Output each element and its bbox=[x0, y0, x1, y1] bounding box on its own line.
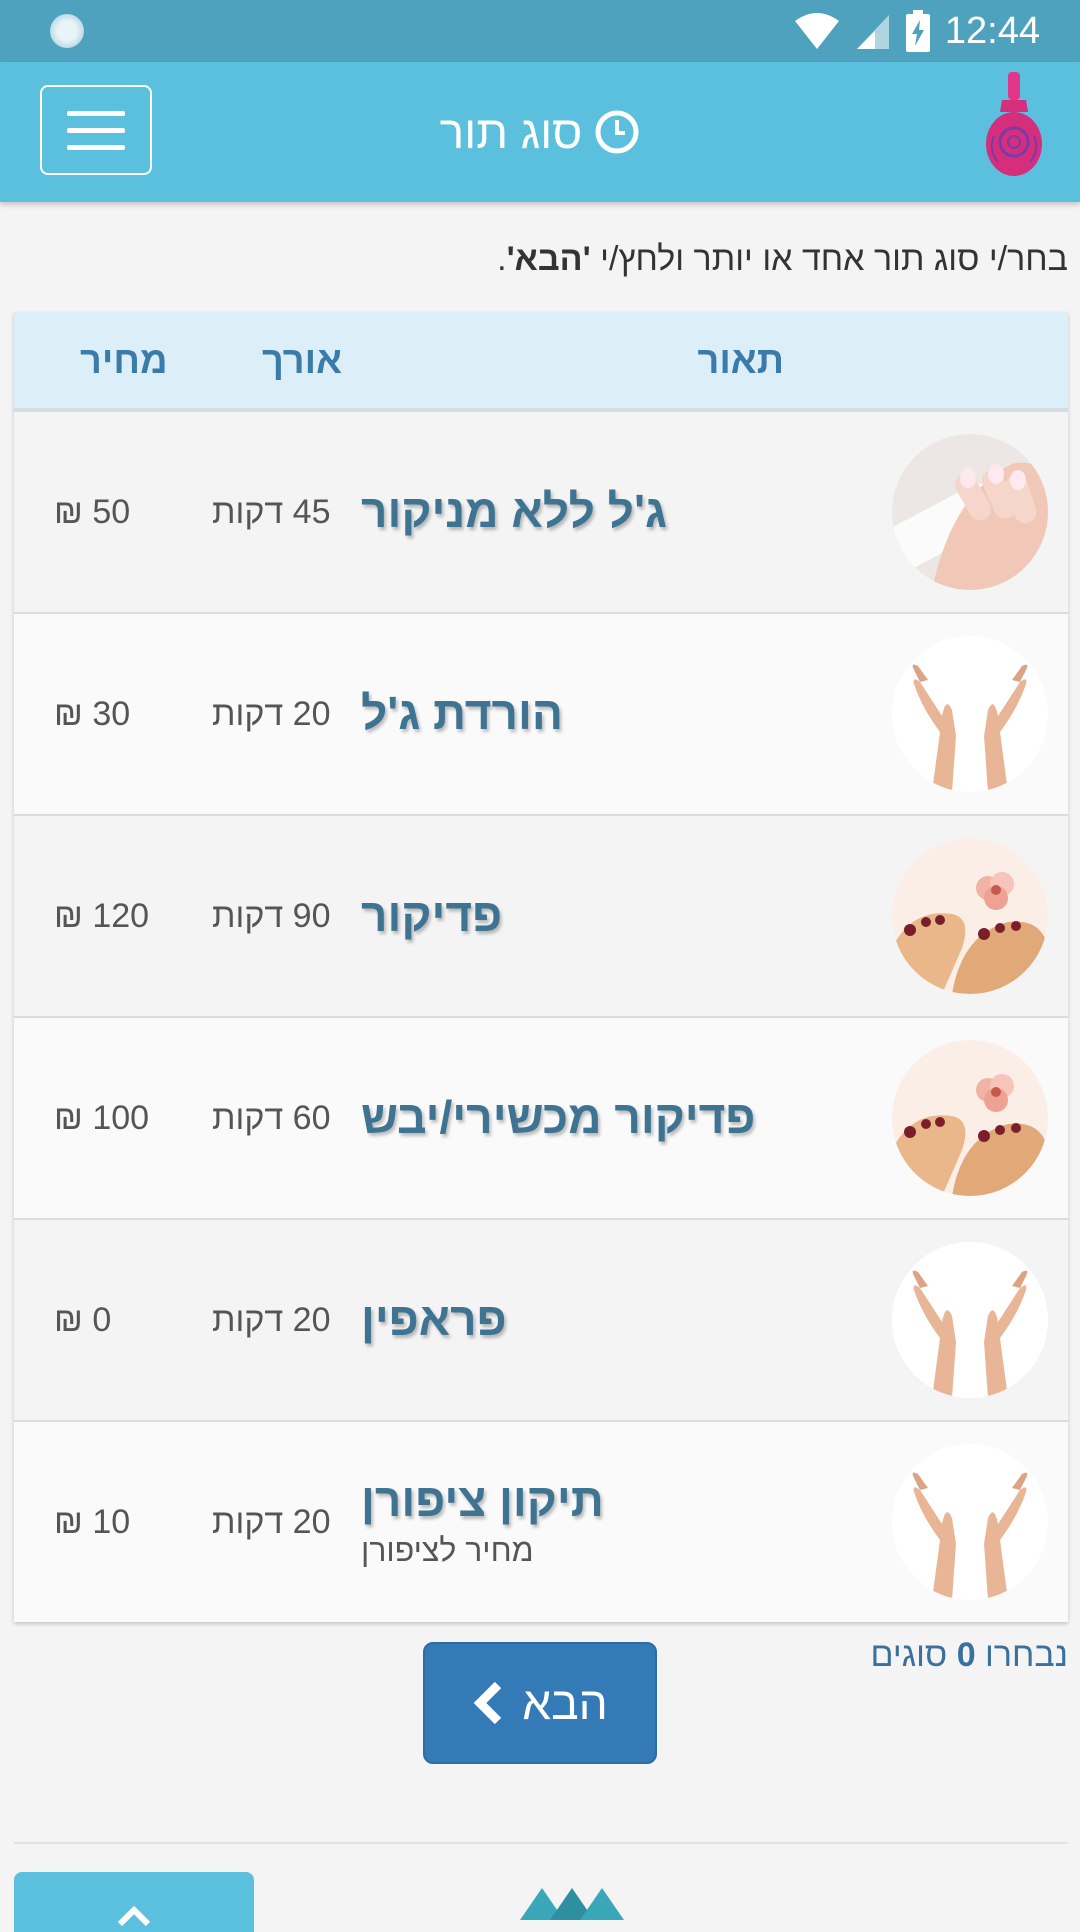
service-price: 10 ₪ bbox=[54, 1502, 131, 1541]
clock-icon bbox=[595, 110, 639, 154]
service-name: הורדת ג'ל bbox=[361, 687, 563, 740]
hands-image bbox=[892, 1444, 1048, 1600]
service-length: 20 דקות bbox=[212, 1502, 331, 1541]
manicure-image bbox=[892, 434, 1048, 590]
table-row[interactable]: תיקון ציפורן מחיר לציפורן 20 דקות 10 ₪ bbox=[14, 1422, 1068, 1622]
table-row[interactable]: פדיקור מכשירי/יבש 60 דקות 100 ₪ bbox=[14, 1018, 1068, 1220]
service-name: ג'ל ללא מניקור bbox=[361, 485, 667, 538]
service-description: ג'ל ללא מניקור bbox=[361, 412, 781, 612]
table-row[interactable]: פדיקור 90 דקות 120 ₪ bbox=[14, 816, 1068, 1018]
service-length: 20 דקות bbox=[212, 694, 331, 733]
service-price: 0 ₪ bbox=[54, 1300, 112, 1339]
service-price: 120 ₪ bbox=[54, 896, 150, 935]
service-description: הורדת ג'ל bbox=[361, 614, 781, 814]
table-row[interactable]: פראפין 20 דקות 0 ₪ bbox=[14, 1220, 1068, 1422]
page-title: סוג תור bbox=[439, 106, 583, 158]
column-header-description: תאור bbox=[697, 340, 784, 382]
instruction-main: בחר/י סוג תור אחד או יותר ולחץ/י bbox=[590, 240, 1068, 278]
instruction-emphasis: 'הבא' bbox=[506, 240, 591, 278]
service-price: 50 ₪ bbox=[54, 492, 131, 531]
wifi-icon bbox=[794, 13, 839, 49]
next-button-label: הבא bbox=[522, 1677, 608, 1729]
app-bar: סוג תור bbox=[0, 62, 1080, 202]
battery-charging-icon bbox=[905, 10, 930, 52]
scroll-top-button[interactable] bbox=[14, 1872, 254, 1932]
service-length: 45 דקות bbox=[212, 492, 331, 531]
service-name: פדיקור bbox=[361, 889, 503, 942]
instruction-end: . bbox=[497, 240, 507, 278]
service-name: תיקון ציפורן bbox=[361, 1473, 604, 1526]
next-button[interactable]: הבא bbox=[423, 1642, 657, 1764]
service-length: 20 דקות bbox=[212, 1300, 331, 1339]
selected-count-value: 0 bbox=[956, 1636, 976, 1674]
pedicure-image bbox=[892, 838, 1048, 994]
service-price: 100 ₪ bbox=[54, 1098, 150, 1137]
brand-logo bbox=[986, 72, 1042, 176]
service-description: תיקון ציפורן מחיר לציפורן bbox=[361, 1422, 781, 1622]
footer-divider bbox=[14, 1842, 1068, 1844]
service-length: 90 דקות bbox=[212, 896, 331, 935]
selected-count-prefix: נבחרו bbox=[975, 1636, 1068, 1674]
hands-image bbox=[892, 636, 1048, 792]
footer-brand-mark bbox=[520, 1888, 624, 1920]
service-table: תאור אורך מחיר ג'ל ללא מניקור 45 דקות 50… bbox=[14, 312, 1068, 1622]
hands-image bbox=[892, 1242, 1048, 1398]
table-body: ג'ל ללא מניקור 45 דקות 50 ₪ הורדת ג'ל 20… bbox=[14, 412, 1068, 1622]
table-row[interactable]: הורדת ג'ל 20 דקות 30 ₪ bbox=[14, 614, 1068, 816]
service-price: 30 ₪ bbox=[54, 694, 131, 733]
service-length: 60 דקות bbox=[212, 1098, 331, 1137]
signal-icon bbox=[856, 15, 889, 49]
service-description: פראפין bbox=[361, 1220, 781, 1420]
service-note: מחיר לציפורן bbox=[361, 1532, 534, 1569]
service-name: פראפין bbox=[361, 1293, 507, 1346]
status-icons: 12:44 bbox=[793, 8, 1040, 54]
pedicure-image bbox=[892, 1040, 1048, 1196]
selected-count: נבחרו 0 סוגים bbox=[871, 1636, 1068, 1675]
service-description: פדיקור bbox=[361, 816, 781, 1016]
notification-icon bbox=[50, 14, 84, 48]
chevron-left-icon bbox=[473, 1681, 502, 1725]
chevron-up-icon bbox=[117, 1905, 151, 1926]
column-header-price: מחיר bbox=[80, 340, 168, 382]
service-name: פדיקור מכשירי/יבש bbox=[361, 1091, 756, 1144]
table-header: תאור אורך מחיר bbox=[14, 312, 1068, 412]
table-row[interactable]: ג'ל ללא מניקור 45 דקות 50 ₪ bbox=[14, 412, 1068, 614]
service-description: פדיקור מכשירי/יבש bbox=[361, 1018, 781, 1218]
status-bar: 12:44 bbox=[0, 0, 1080, 62]
page-title-wrap: סוג תור bbox=[0, 62, 1080, 202]
column-header-length: אורך bbox=[262, 340, 343, 382]
selected-count-suffix: סוגים bbox=[870, 1636, 957, 1674]
instruction-text: בחר/י סוג תור אחד או יותר ולחץ/י 'הבא'. bbox=[18, 240, 1068, 279]
status-time: 12:44 bbox=[944, 9, 1040, 52]
